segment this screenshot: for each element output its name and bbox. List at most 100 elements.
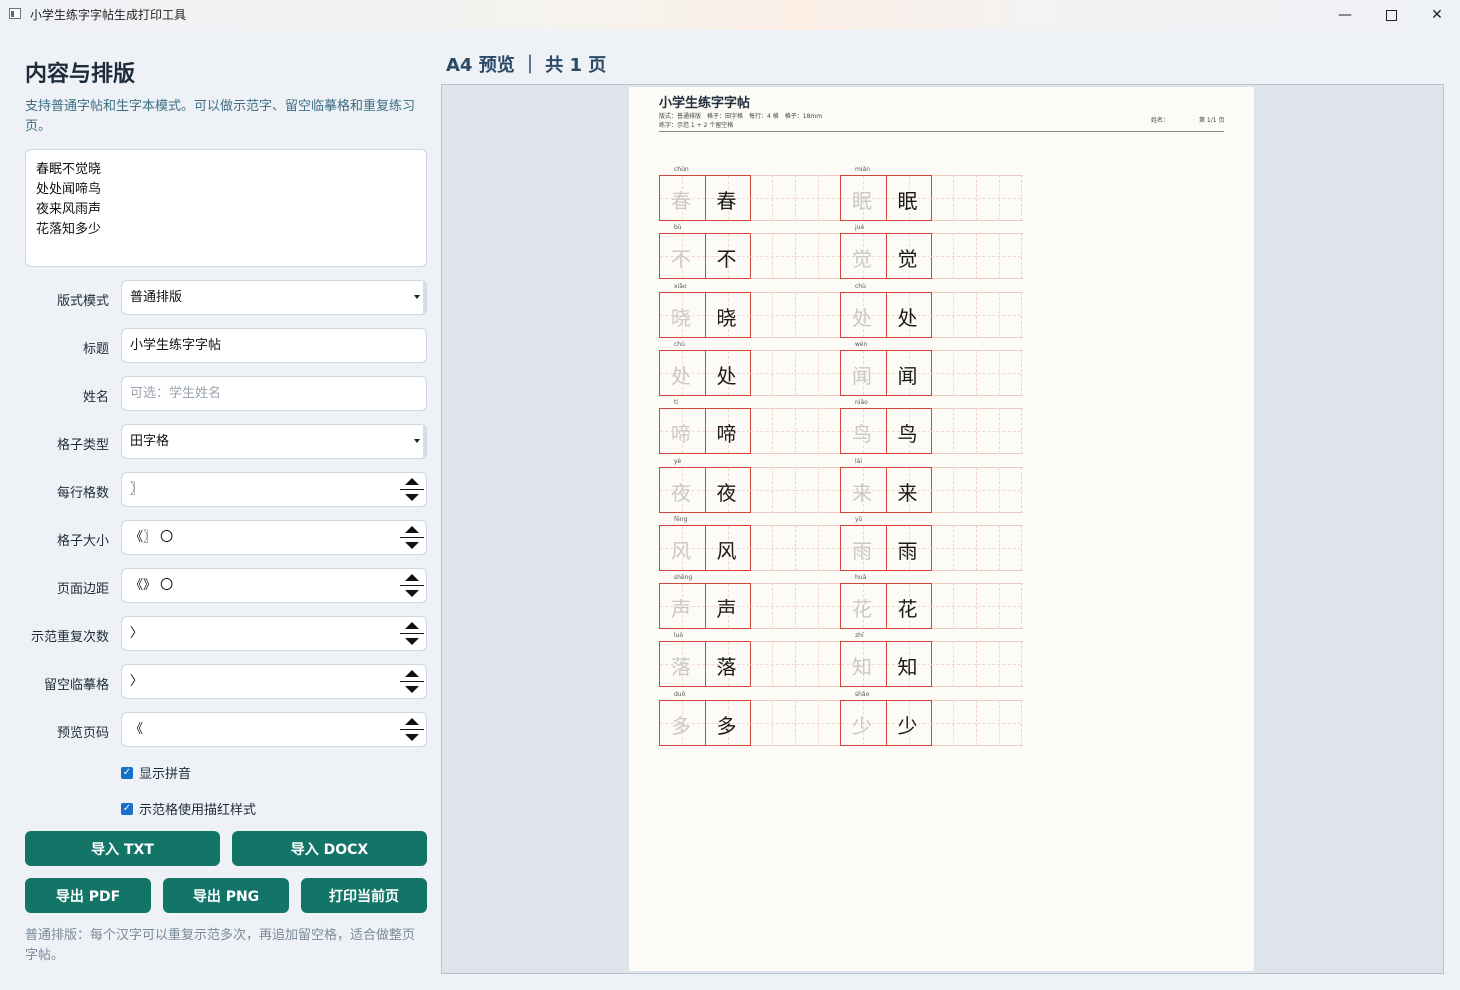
demo-character: 知 xyxy=(897,655,918,680)
trace-character: 落 xyxy=(671,655,691,680)
pinyin-label: mián xyxy=(855,166,870,173)
paper-divider xyxy=(659,131,1224,132)
blank-practice-cell xyxy=(976,175,1022,221)
blank-practice-cell xyxy=(750,349,796,396)
cells-per-row-spinbox[interactable]: 〗 xyxy=(121,472,427,507)
layout-mode-select[interactable]: 普通排版 xyxy=(121,280,427,315)
pinyin-label: lái xyxy=(855,457,863,465)
name-input[interactable]: 可选：学生姓名 xyxy=(121,376,427,411)
trace-character: 多 xyxy=(671,713,691,738)
blank-cells-spinbox[interactable]: 〉 xyxy=(121,664,427,699)
import-docx-button[interactable]: 导入 DOCX xyxy=(232,831,427,866)
paper-name-label: 姓名： xyxy=(1151,117,1170,124)
demo-character: 不 xyxy=(716,247,737,272)
blank-practice-cell xyxy=(931,583,977,630)
blank-practice-cell xyxy=(795,291,841,338)
spin-down-button[interactable] xyxy=(400,730,424,745)
demo-repeat-spinbox[interactable]: 〉 xyxy=(121,616,427,651)
panel-description: 支持普通字帖和生字本模式。可以做示范字、留空临摹格和重复练习页。 xyxy=(25,99,416,134)
title-bar: 小学生练字字帖生成打印工具 — ✕ xyxy=(0,0,1460,30)
pinyin-label: shǎo xyxy=(855,690,870,698)
spin-down-button[interactable] xyxy=(400,586,424,601)
maximize-button[interactable] xyxy=(1368,0,1414,30)
cells-per-row-label: 每行格数 xyxy=(56,486,109,501)
trace-character: 春 xyxy=(671,189,691,213)
spin-up-button[interactable] xyxy=(400,666,424,681)
trace-character: 处 xyxy=(671,363,691,388)
trace-style-label: 示范格使用描红样式 xyxy=(139,803,257,818)
pinyin-label: fēng xyxy=(674,515,688,523)
blank-practice-cell xyxy=(795,233,841,280)
spin-down-button[interactable] xyxy=(400,634,424,649)
cell-size-spinbox[interactable]: 《〗 〇 xyxy=(121,520,427,555)
blank-practice-cell xyxy=(976,699,1022,746)
blank-practice-cell xyxy=(795,408,841,455)
spin-down-button[interactable] xyxy=(400,682,424,697)
pinyin-label: chù xyxy=(674,340,685,348)
a4-paper: 小学生练字字帖 版式：普通排版 格子：田字格 每行：4 格 格子：18mm 练字… xyxy=(629,87,1254,971)
export-png-button[interactable]: 导出 PNG xyxy=(163,878,289,913)
trace-character: 知 xyxy=(852,655,872,680)
spin-up-button[interactable] xyxy=(400,618,424,633)
preview-page-value: 《 xyxy=(130,722,144,737)
spin-up-button[interactable] xyxy=(400,474,424,489)
pinyin-label: jué xyxy=(855,224,865,232)
blank-practice-cell xyxy=(931,233,977,280)
text-line: 花落知多少 xyxy=(36,222,102,237)
show-pinyin-checkbox[interactable]: ✓ 显示拼音 xyxy=(121,763,191,782)
blank-practice-cell xyxy=(931,175,977,221)
trace-character: 来 xyxy=(852,480,872,505)
blank-practice-cell xyxy=(931,349,977,396)
layout-mode-value: 普通排版 xyxy=(130,290,183,305)
blank-practice-cell xyxy=(976,524,1022,571)
trace-style-checkbox[interactable]: ✓ 示范格使用描红样式 xyxy=(121,799,256,818)
trace-character: 啼 xyxy=(671,422,691,447)
export-pdf-button[interactable]: 导出 PDF xyxy=(25,878,151,913)
content-textarea[interactable]: 春眠不觉晓 处处闻啼鸟 夜来风雨声 花落知多少 xyxy=(25,149,427,267)
blank-practice-cell xyxy=(976,641,1022,688)
spin-up-button[interactable] xyxy=(400,714,424,729)
blank-practice-cell xyxy=(931,466,977,513)
spin-up-button[interactable] xyxy=(400,522,424,537)
pinyin-label: tí xyxy=(674,399,679,407)
minimize-button[interactable]: — xyxy=(1322,0,1368,30)
name-label: 姓名 xyxy=(82,390,109,405)
pinyin-label: yǔ xyxy=(855,515,863,523)
blank-practice-cell xyxy=(931,699,977,746)
trace-character: 雨 xyxy=(852,538,872,563)
spin-down-button[interactable] xyxy=(400,538,424,553)
demo-character: 风 xyxy=(716,538,737,563)
paper-title: 小学生练字字帖 xyxy=(659,96,751,111)
app-icon xyxy=(9,8,21,19)
cells-per-row-value: 〗 xyxy=(130,482,144,497)
pinyin-label: luò xyxy=(674,632,684,640)
trace-character: 少 xyxy=(852,713,872,738)
chevron-down-icon xyxy=(414,439,420,443)
pinyin-label: zhī xyxy=(855,632,864,640)
preview-page-spinbox[interactable]: 《 xyxy=(121,712,427,747)
blank-practice-cell xyxy=(976,291,1022,338)
print-page-button[interactable]: 打印当前页 xyxy=(301,878,427,913)
demo-character: 处 xyxy=(897,305,918,330)
grid-type-select[interactable]: 田字格 xyxy=(121,424,427,459)
pinyin-label: bù xyxy=(674,224,682,232)
preview-page-label: 预览页码 xyxy=(56,726,109,741)
spin-down-button[interactable] xyxy=(400,490,424,505)
close-button[interactable]: ✕ xyxy=(1414,0,1460,30)
page-margin-spinbox[interactable]: 《》 〇 xyxy=(121,568,427,603)
demo-character: 雨 xyxy=(897,538,918,563)
cell-size-label: 格子大小 xyxy=(56,534,109,549)
demo-character: 少 xyxy=(897,713,918,738)
pinyin-label: huā xyxy=(855,574,867,582)
title-input[interactable]: 小学生练字字帖 xyxy=(121,328,427,363)
grid-type-label: 格子类型 xyxy=(56,438,109,453)
spin-up-button[interactable] xyxy=(400,570,424,585)
page-margin-label: 页面边距 xyxy=(56,582,109,597)
blank-practice-cell xyxy=(750,291,796,338)
demo-character: 处 xyxy=(716,363,737,388)
demo-character: 多 xyxy=(716,713,737,738)
demo-character: 来 xyxy=(897,480,918,505)
import-txt-button[interactable]: 导入 TXT xyxy=(25,831,220,866)
trace-character: 不 xyxy=(671,247,691,272)
blank-practice-cell xyxy=(750,175,796,221)
